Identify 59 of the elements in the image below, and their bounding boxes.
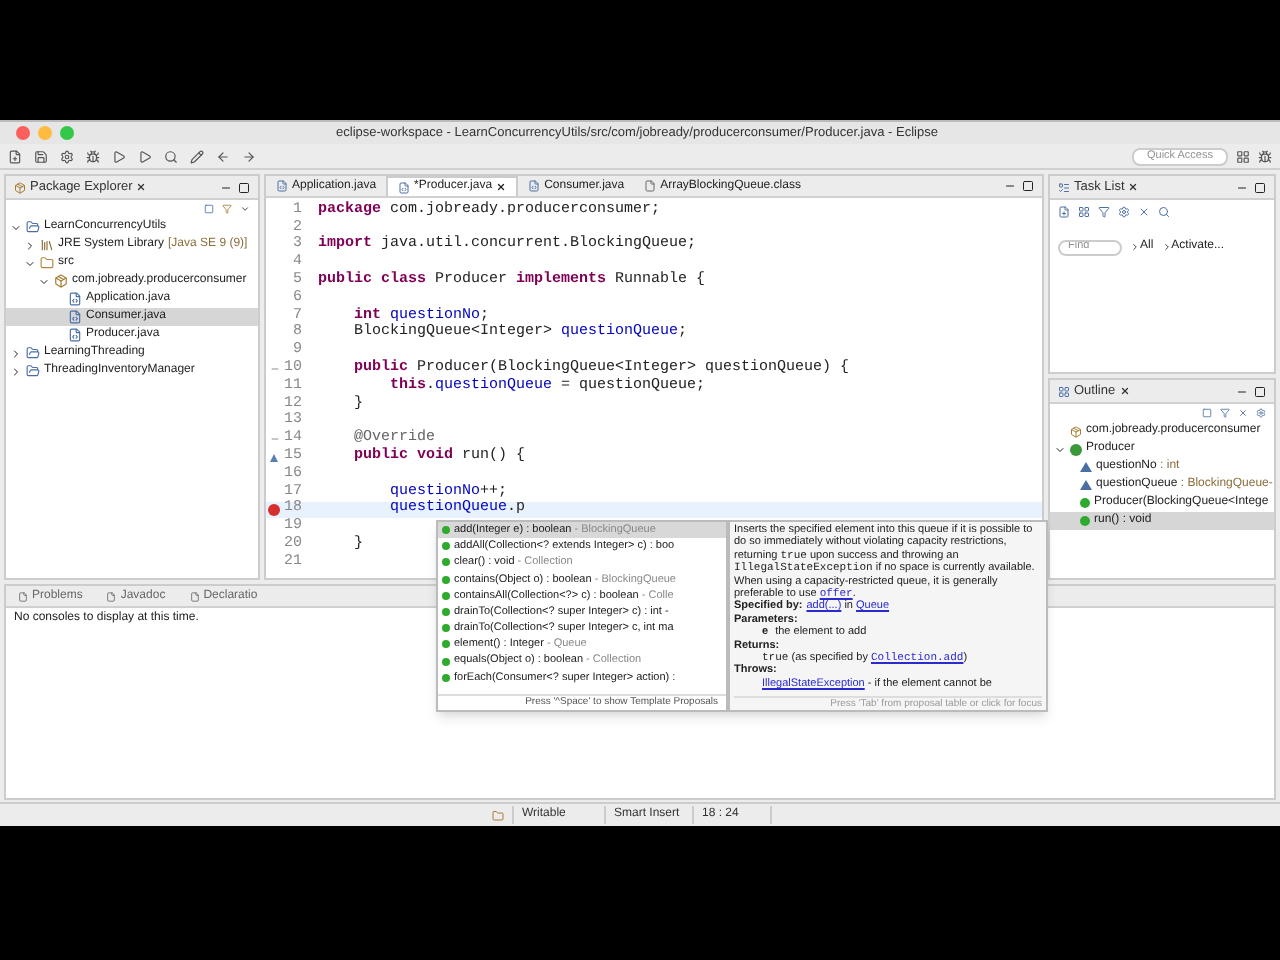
class-icon xyxy=(1070,443,1082,455)
close-window-button[interactable] xyxy=(16,126,30,140)
toolbar-icon[interactable] xyxy=(8,149,22,163)
java-file-icon xyxy=(276,180,288,192)
class-file-icon xyxy=(644,180,657,192)
tab-icon xyxy=(18,591,28,601)
toolbar-icon[interactable] xyxy=(34,149,48,163)
minimize-icon[interactable] xyxy=(1236,385,1248,397)
package-explorer-icon xyxy=(14,181,26,193)
maximize-icon[interactable] xyxy=(1254,385,1266,397)
java-file-icon xyxy=(528,180,541,192)
java-file-icon xyxy=(68,328,82,342)
maximize-icon[interactable] xyxy=(1022,180,1034,192)
status-icon xyxy=(492,809,504,821)
outline-toolbar-icon[interactable] xyxy=(1256,408,1266,418)
outline-toolbar-icon[interactable] xyxy=(1202,408,1212,418)
java-file-icon xyxy=(68,310,82,324)
library-icon xyxy=(40,238,54,252)
tab-icon xyxy=(106,591,117,601)
package-icon xyxy=(1070,425,1082,437)
toolbar-icon[interactable] xyxy=(60,149,74,163)
java-file-icon xyxy=(68,292,82,306)
collapse-icon[interactable] xyxy=(24,239,36,251)
minimize-icon[interactable] xyxy=(1004,180,1016,192)
error-icon xyxy=(268,503,280,516)
view-menu-icon[interactable] xyxy=(240,204,250,214)
task-toolbar-icon[interactable] xyxy=(1078,206,1090,218)
task-toolbar-icon[interactable] xyxy=(1158,206,1170,218)
expand-icon[interactable] xyxy=(10,221,22,233)
toolbar-icon[interactable] xyxy=(164,149,178,163)
outline-icon xyxy=(1058,385,1070,397)
close-icon[interactable] xyxy=(136,182,147,192)
package-icon xyxy=(54,274,68,288)
close-icon[interactable] xyxy=(1119,386,1130,396)
outline-toolbar-icon[interactable] xyxy=(1220,408,1230,418)
minimize-icon[interactable] xyxy=(1236,181,1248,193)
task-toolbar-icon[interactable] xyxy=(1118,206,1130,218)
project-icon xyxy=(26,220,40,234)
task-toolbar-icon[interactable] xyxy=(1058,206,1070,218)
task-list-icon xyxy=(1058,181,1070,193)
java-file-icon xyxy=(398,181,411,193)
maximize-icon[interactable] xyxy=(1254,181,1266,193)
override-marker-icon xyxy=(270,453,278,462)
close-icon[interactable] xyxy=(1128,182,1139,192)
toolbar-icon[interactable] xyxy=(242,149,256,163)
perspective-icon[interactable] xyxy=(1236,149,1250,163)
debug-perspective-icon[interactable] xyxy=(1258,149,1272,163)
folder-icon xyxy=(40,256,54,270)
maximize-icon[interactable] xyxy=(238,181,250,193)
tab-icon xyxy=(189,591,200,601)
expand-icon[interactable] xyxy=(1054,443,1066,455)
minimize-icon[interactable] xyxy=(220,181,232,193)
task-toolbar-icon[interactable] xyxy=(1138,206,1150,218)
toolbar-icon[interactable] xyxy=(216,149,230,163)
collapse-all-icon[interactable] xyxy=(204,204,214,214)
close-icon[interactable] xyxy=(496,182,507,192)
task-toolbar-icon[interactable] xyxy=(1098,206,1110,218)
toolbar-icon[interactable] xyxy=(190,149,204,163)
toolbar-icon[interactable] xyxy=(86,149,100,163)
